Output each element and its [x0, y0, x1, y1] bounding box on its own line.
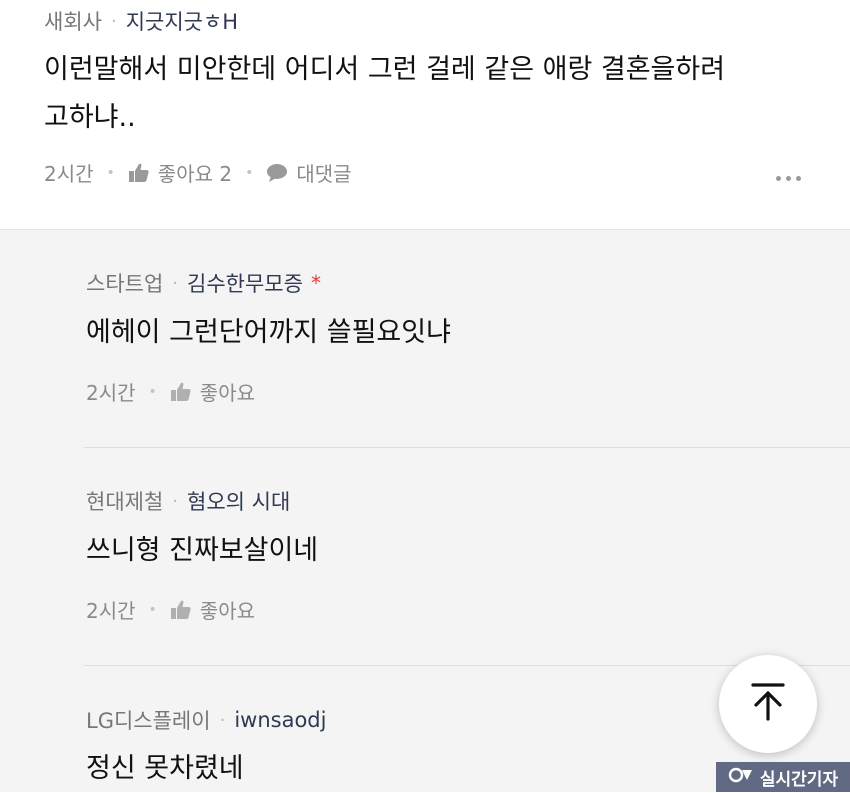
reply-button[interactable]: 대댓글	[266, 158, 352, 187]
nickname[interactable]: iwnsaodj	[234, 708, 326, 732]
nickname[interactable]: 혐오의 시대	[187, 486, 290, 516]
thumbs-up-icon	[170, 600, 192, 620]
reply-meta: LG디스플레이 · iwnsaodj	[86, 705, 326, 735]
time-stamp: 2시간	[86, 381, 136, 405]
reply-label: 대댓글	[296, 162, 352, 186]
scroll-to-top-button[interactable]	[719, 655, 817, 753]
speech-bubble-icon	[266, 163, 288, 183]
company-name: 새회사	[44, 10, 102, 34]
reply-text: 정신 못차렸네	[86, 753, 244, 784]
separator-dot: •	[148, 601, 157, 618]
separator-dot: ·	[110, 10, 117, 32]
separator-dot: •	[245, 164, 254, 181]
more-icon[interactable]	[776, 176, 801, 181]
like-label: 좋아요 2	[157, 162, 233, 186]
like-label: 좋아요	[199, 381, 255, 405]
scroll-to-top-icon	[751, 683, 785, 725]
like-button[interactable]: 좋아요	[170, 377, 255, 406]
time-stamp: 2시간	[44, 162, 94, 186]
separator-dot: •	[106, 164, 115, 181]
nickname[interactable]: 지긋지긋ㅎH	[126, 6, 238, 36]
reply-text: 쓰니형 진짜보살이네	[86, 535, 319, 566]
company-name: 스타트업	[86, 272, 164, 296]
like-label: 좋아요	[199, 599, 255, 623]
author-star: *	[310, 271, 321, 295]
reply-meta: 스타트업 · 김수한무모증 *	[86, 268, 321, 298]
reply-meta: 현대제철 · 혐오의 시대	[86, 486, 290, 516]
watermark-logo-icon	[728, 766, 754, 789]
like-button[interactable]: 좋아요	[170, 595, 255, 624]
company-name: LG디스플레이	[86, 709, 211, 733]
thumbs-up-icon	[128, 163, 150, 183]
separator-dot: ·	[219, 709, 226, 731]
separator-dot: ·	[172, 490, 179, 512]
thumbs-up-icon	[170, 382, 192, 402]
reply-text: 에헤이 그런단어까지 쓸필요잇냐	[86, 317, 451, 348]
reply-actions: 2시간 • 좋아요	[86, 377, 255, 406]
watermark-text: 실시간기자	[759, 769, 839, 790]
divider	[84, 447, 850, 448]
comment-meta: 새회사 · 지긋지긋ㅎH	[44, 6, 238, 36]
main-comment: 새회사 · 지긋지긋ㅎH 이런말해서 미안한데 어디서 그런 걸레 같은 애랑 …	[0, 0, 850, 230]
nickname[interactable]: 김수한무모증	[187, 268, 303, 298]
comment-text-line1: 이런말해서 미안한데 어디서 그런 걸레 같은 애랑 결혼을하려	[44, 54, 726, 85]
reply-actions: 2시간 • 좋아요	[86, 595, 255, 624]
company-name: 현대제철	[86, 490, 164, 514]
like-button[interactable]: 좋아요 2	[128, 158, 232, 187]
separator-dot: •	[148, 383, 157, 400]
separator-dot: ·	[172, 272, 179, 294]
time-stamp: 2시간	[86, 599, 136, 623]
comment-actions: 2시간 • 좋아요 2 • 대댓글	[44, 158, 352, 187]
watermark: 실시간기자	[716, 762, 850, 792]
comment-text-line2: 고하냐..	[44, 102, 136, 133]
